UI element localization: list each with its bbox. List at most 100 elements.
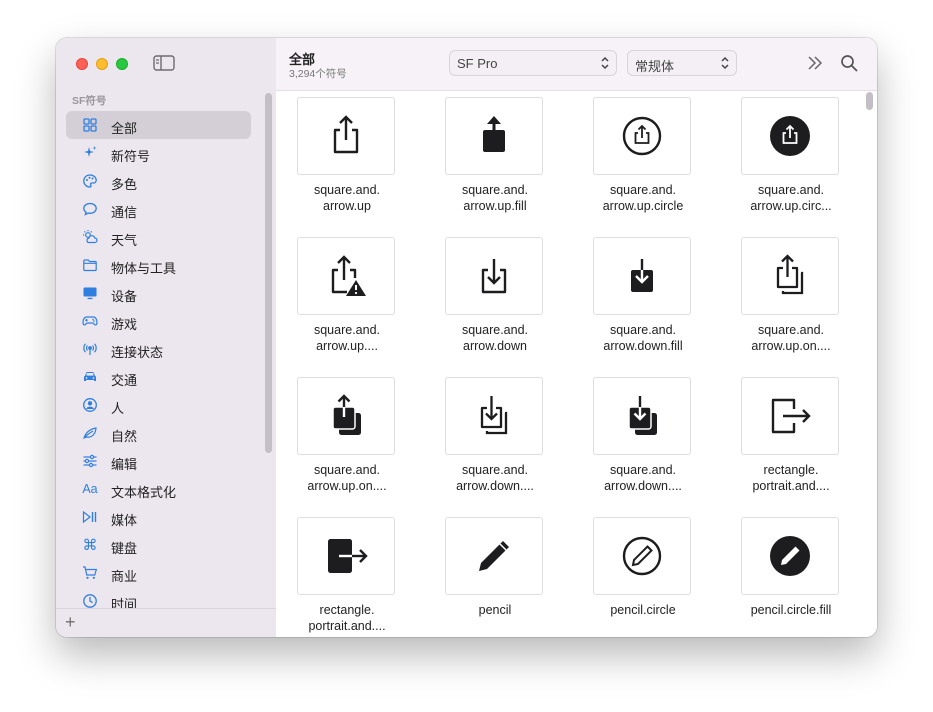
play-pause-icon (81, 508, 99, 526)
symbol-tile[interactable] (297, 97, 395, 175)
sidebar-item-gaming[interactable]: 游戏 (66, 307, 251, 335)
sidebar-item-editing[interactable]: 编辑 (66, 447, 251, 475)
rectangle-portrait-and-arrow-right-fill-icon (328, 539, 368, 573)
symbol-cell[interactable]: square.and. arrow.down.fill (583, 230, 703, 370)
symbol-tile[interactable] (593, 97, 691, 175)
symbol-tile[interactable] (741, 237, 839, 315)
sidebar-item-label: 键盘 (111, 541, 138, 556)
palette-icon (81, 172, 99, 190)
sidebar-item-weather[interactable]: 天气 (66, 223, 251, 251)
symbol-cell[interactable]: square.and. arrow.up.fill (435, 90, 555, 230)
symbol-name: rectangle. portrait.and.... (752, 463, 830, 493)
sidebar-item-label: 多色 (111, 177, 138, 192)
sidebar-toggle-icon[interactable] (153, 55, 175, 71)
sidebar-item-nature[interactable]: 自然 (66, 419, 251, 447)
symbol-name: pencil (478, 603, 512, 617)
minimize-button[interactable] (96, 58, 108, 70)
symbol-tile[interactable] (741, 517, 839, 595)
symbol-cell[interactable]: square.and. arrow.up.circ... (731, 90, 851, 230)
sidebar-item-human[interactable]: 人 (66, 391, 251, 419)
symbol-tile[interactable] (445, 517, 543, 595)
sidebar-section-title: SF符号 (72, 95, 107, 107)
square-and-arrow-up-on-square-fill-icon (332, 394, 361, 435)
pencil-circle-icon (622, 536, 662, 576)
symbol-cell[interactable]: square.and. arrow.up.circle (583, 90, 703, 230)
symbol-tile[interactable] (593, 237, 691, 315)
symbol-cell[interactable]: rectangle. portrait.and.... (731, 370, 851, 510)
sidebar-item-all[interactable]: 全部 (66, 111, 251, 139)
sidebar-item-transportation[interactable]: 交通 (66, 363, 251, 391)
cloud-sun-icon (81, 228, 99, 246)
symbol-tile[interactable] (445, 377, 543, 455)
sidebar-item-objects-tools[interactable]: 物体与工具 (66, 251, 251, 279)
symbol-tile[interactable] (741, 97, 839, 175)
square-and-arrow-up-icon (333, 115, 359, 154)
sidebar-item-media[interactable]: 媒体 (66, 503, 251, 531)
weight-select[interactable]: 常规体 (627, 50, 737, 76)
sidebar-item-label: 通信 (111, 205, 138, 220)
symbol-tile[interactable] (741, 377, 839, 455)
symbol-cell[interactable]: square.and. arrow.up.on.... (287, 370, 407, 510)
sidebar-item-keyboard[interactable]: ⌘ 键盘 (66, 531, 251, 559)
symbol-cell[interactable]: square.and. arrow.up.on.... (731, 230, 851, 370)
symbol-tile[interactable] (593, 517, 691, 595)
sidebar-item-commerce[interactable]: 商业 (66, 559, 251, 587)
symbol-cell[interactable]: square.and. arrow.down.... (435, 370, 555, 510)
sidebar-item-label: 交通 (111, 373, 138, 388)
square-and-arrow-up-circle-fill-icon (770, 116, 810, 156)
display-icon (81, 284, 99, 302)
symbol-name: square.and. arrow.down (461, 323, 529, 353)
square-and-arrow-up-fill-icon (483, 116, 505, 152)
sidebar-item-label: 文本格式化 (111, 485, 177, 500)
symbol-tile[interactable] (297, 377, 395, 455)
sidebar-item-multicolor[interactable]: 多色 (66, 167, 251, 195)
weight-select-value: 常规体 (635, 59, 675, 74)
grid-scrollbar[interactable] (866, 92, 873, 110)
add-icon[interactable]: + (65, 612, 76, 633)
symbol-name: square.and. arrow.up (313, 183, 381, 213)
sidebar-item-communication[interactable]: 通信 (66, 195, 251, 223)
person-circle-icon (81, 396, 99, 414)
symbol-tile[interactable] (593, 377, 691, 455)
search-icon[interactable] (840, 54, 858, 72)
square-and-arrow-up-on-square-icon (776, 254, 804, 295)
folder-icon (81, 256, 99, 274)
sidebar-item-text-formatting[interactable]: Aa 文本格式化 (66, 475, 251, 503)
symbol-tile[interactable] (297, 517, 395, 595)
symbol-grid: square.and. arrow.up square.and. arrow.up.… (276, 90, 864, 637)
gamecontroller-icon (81, 312, 99, 330)
sidebar: SF符号 全部 新符号 多色 通信 天气 物体与工具 设备 游戏 连接状态 交通… (56, 38, 277, 637)
symbol-count: 3,294个符号 (289, 68, 347, 80)
sidebar-item-connectivity[interactable]: 连接状态 (66, 335, 251, 363)
sidebar-item-label: 连接状态 (111, 345, 164, 360)
car-icon (81, 368, 99, 386)
symbol-tile[interactable] (297, 237, 395, 315)
symbol-cell[interactable]: square.and. arrow.down.... (583, 370, 703, 510)
symbol-cell[interactable]: pencil.circle (583, 510, 703, 637)
sidebar-item-label: 天气 (111, 233, 138, 248)
sidebar-item-devices[interactable]: 设备 (66, 279, 251, 307)
sidebar-item-label: 自然 (111, 429, 138, 444)
symbol-name: square.and. arrow.down.... (604, 463, 682, 493)
sidebar-scrollbar[interactable] (265, 93, 272, 453)
symbol-cell[interactable]: pencil.circle.fill (731, 510, 851, 637)
sparkles-icon (81, 144, 99, 162)
font-select[interactable]: SF Pro (449, 50, 617, 76)
symbol-cell[interactable]: rectangle. portrait.and.... (287, 510, 407, 637)
sidebar-item-new[interactable]: 新符号 (66, 139, 251, 167)
symbol-cell[interactable]: square.and. arrow.up (287, 90, 407, 230)
symbol-cell[interactable]: square.and. arrow.up.... (287, 230, 407, 370)
symbol-tile[interactable] (445, 97, 543, 175)
zoom-button[interactable] (116, 58, 128, 70)
chevron-double-right-icon[interactable] (807, 55, 823, 71)
sidebar-item-label: 新符号 (111, 149, 151, 164)
sf-symbols-window: SF符号 全部 新符号 多色 通信 天气 物体与工具 设备 游戏 连接状态 交通… (56, 38, 877, 637)
close-button[interactable] (76, 58, 88, 70)
antenna-icon (81, 340, 99, 358)
symbol-cell[interactable]: square.and. arrow.down (435, 230, 555, 370)
symbol-cell[interactable]: pencil (435, 510, 555, 637)
sliders-icon (81, 452, 99, 470)
square-and-arrow-up-trianglebadge-icon (331, 255, 366, 296)
chevron-up-down-icon (601, 56, 609, 70)
symbol-tile[interactable] (445, 237, 543, 315)
